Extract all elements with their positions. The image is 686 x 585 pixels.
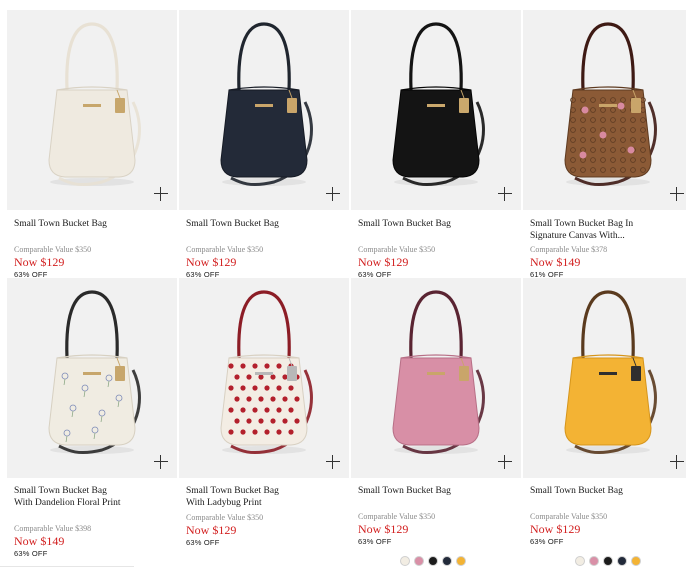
sale-price: Now $129 <box>358 522 409 536</box>
bucket-bag-image <box>220 290 313 454</box>
sale-price: Now $149 <box>530 255 581 269</box>
color-swatch[interactable] <box>456 556 466 566</box>
color-swatch[interactable] <box>428 556 438 566</box>
color-swatch[interactable] <box>603 556 613 566</box>
discount-label: 63% OFF <box>14 549 48 558</box>
color-swatch[interactable] <box>589 556 599 566</box>
bucket-bag-image <box>48 22 141 186</box>
bucket-bag-image <box>564 290 657 454</box>
product-image[interactable] <box>351 10 521 210</box>
comparable-value: Comparable Value $350 <box>186 513 264 522</box>
comparable-value: Comparable Value $398 <box>14 524 92 533</box>
product-name[interactable]: Small Town Bucket Bag <box>14 218 164 230</box>
sale-price: Now $129 <box>358 255 409 269</box>
color-swatches <box>400 556 466 566</box>
product-name[interactable]: Small Town Bucket Bag In Signature Canva… <box>530 218 640 242</box>
product-name[interactable]: Small Town Bucket Bag With Dandelion Flo… <box>14 485 124 509</box>
plus-icon[interactable] <box>498 455 512 469</box>
color-swatch[interactable] <box>414 556 424 566</box>
discount-label: 63% OFF <box>186 538 220 547</box>
bucket-bag-image <box>48 290 141 454</box>
sale-price: Now $129 <box>530 522 581 536</box>
sale-price: Now $129 <box>14 255 65 269</box>
bucket-bag-image <box>392 290 485 454</box>
product-image[interactable] <box>523 278 686 478</box>
color-swatch[interactable] <box>617 556 627 566</box>
product-image[interactable] <box>351 278 521 478</box>
plus-icon[interactable] <box>326 455 340 469</box>
bucket-bag-image <box>392 22 485 186</box>
sale-price: Now $129 <box>186 255 237 269</box>
product-name[interactable]: Small Town Bucket Bag With Ladybug Print <box>186 485 296 509</box>
product-image[interactable] <box>523 10 686 210</box>
color-swatch[interactable] <box>631 556 641 566</box>
color-swatches <box>575 556 641 566</box>
comparable-value: Comparable Value $350 <box>358 512 436 521</box>
product-name[interactable]: Small Town Bucket Bag <box>358 485 508 497</box>
sale-price: Now $129 <box>186 523 237 537</box>
color-swatch[interactable] <box>442 556 452 566</box>
discount-label: 63% OFF <box>530 537 564 546</box>
color-swatch[interactable] <box>400 556 410 566</box>
product-name[interactable]: Small Town Bucket Bag <box>358 218 508 230</box>
product-name[interactable]: Small Town Bucket Bag <box>530 485 680 497</box>
comparable-value: Comparable Value $350 <box>358 245 436 254</box>
plus-icon[interactable] <box>498 187 512 201</box>
comparable-value: Comparable Value $350 <box>14 245 92 254</box>
product-image[interactable] <box>179 278 349 478</box>
discount-label: 63% OFF <box>358 537 392 546</box>
comparable-value: Comparable Value $350 <box>186 245 264 254</box>
comparable-value: Comparable Value $350 <box>530 512 608 521</box>
color-swatch[interactable] <box>575 556 585 566</box>
plus-icon[interactable] <box>326 187 340 201</box>
plus-icon[interactable] <box>154 455 168 469</box>
product-name[interactable]: Small Town Bucket Bag <box>186 218 336 230</box>
plus-icon[interactable] <box>670 187 684 201</box>
product-image[interactable] <box>179 10 349 210</box>
plus-icon[interactable] <box>670 455 684 469</box>
product-image[interactable] <box>7 10 177 210</box>
sale-price: Now $149 <box>14 534 65 548</box>
bucket-bag-image <box>564 22 657 186</box>
plus-icon[interactable] <box>154 187 168 201</box>
product-image[interactable] <box>7 278 177 478</box>
bucket-bag-image <box>220 22 313 186</box>
comparable-value: Comparable Value $378 <box>530 245 608 254</box>
divider <box>0 566 134 567</box>
